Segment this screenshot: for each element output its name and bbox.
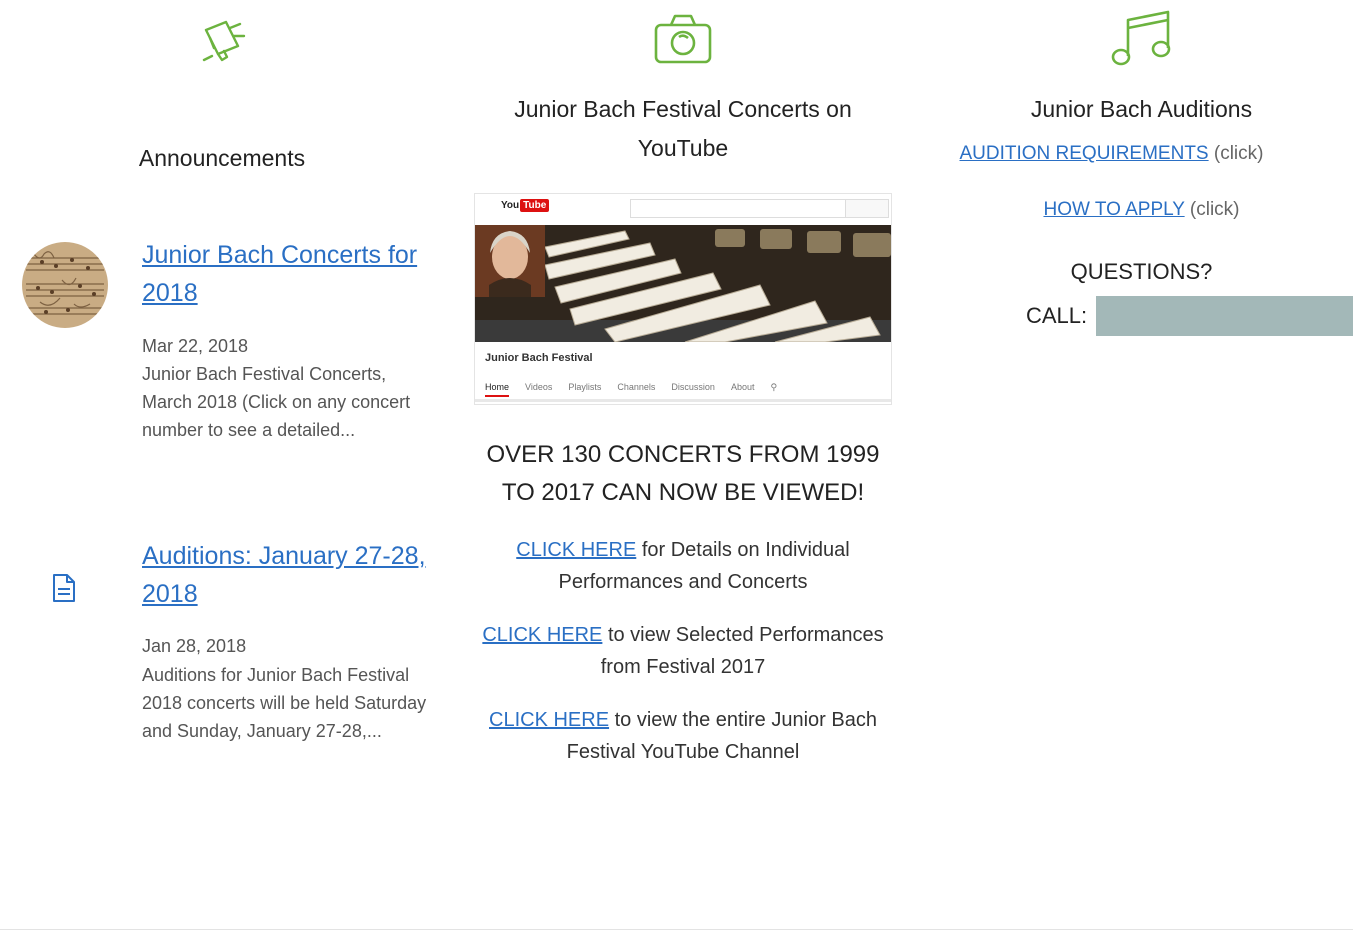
youtube-logo: You Tube <box>501 199 550 212</box>
footer-divider <box>0 929 1353 930</box>
youtube-channel-screenshot[interactable]: You Tube Junior Bach Festival Home Video… <box>474 193 892 405</box>
search-icon: ⚲ <box>770 382 778 392</box>
youtube-channel-tabs: Home Videos Playlists Channels Discussio… <box>485 382 777 397</box>
click-here-link[interactable]: CLICK HERE <box>482 624 602 646</box>
call-label: CALL: <box>1026 303 1088 328</box>
youtube-link-paragraph: CLICK HERE to view Selected Performances… <box>482 624 884 678</box>
music-note-icon <box>1110 8 1174 73</box>
announcement-date: Mar 22, 2018 <box>142 336 249 356</box>
youtube-link-paragraph: CLICK HERE for Details on Individual Per… <box>516 539 850 593</box>
audition-requirements-link[interactable]: AUDITION REQUIREMENTS <box>959 143 1208 164</box>
click-here-link[interactable]: CLICK HERE <box>489 709 609 731</box>
youtube-heading: Junior Bach Festival Concerts on YouTube <box>514 96 852 161</box>
announcement-date: Jan 28, 2018 <box>142 636 247 656</box>
announcement-title-link[interactable]: Auditions: January 27-28, 2018 <box>142 537 432 613</box>
auditions-heading: Junior Bach Auditions <box>1030 96 1253 122</box>
youtube-search-box <box>630 199 847 218</box>
announcement-title-link[interactable]: Junior Bach Concerts for 2018 <box>142 236 432 312</box>
click-here-link[interactable]: CLICK HERE <box>516 539 636 561</box>
how-to-apply-link[interactable]: HOW TO APPLY <box>1043 199 1184 220</box>
megaphone-icon <box>200 16 248 67</box>
youtube-topbar: You Tube <box>475 194 891 224</box>
youtube-link-paragraph: CLICK HERE to view the entire Junior Bac… <box>489 709 877 763</box>
youtube-banner-image <box>475 225 891 342</box>
redacted-phone-number <box>1096 296 1353 336</box>
document-icon[interactable] <box>50 573 78 608</box>
youtube-tab: Channels <box>617 382 656 392</box>
youtube-tab: Home <box>485 382 510 397</box>
youtube-tab: Playlists <box>568 382 602 392</box>
youtube-tab: About <box>730 382 755 392</box>
how-to-apply-line: HOW TO APPLY (click) <box>1043 199 1240 220</box>
youtube-channel-name: Junior Bach Festival <box>485 352 593 364</box>
youtube-tab: Discussion <box>671 382 715 392</box>
manuscript-thumbnail[interactable] <box>22 242 108 328</box>
youtube-search-button <box>845 199 889 218</box>
announcement-snippet: Junior Bach Festival Concerts, March 201… <box>142 364 411 440</box>
questions-label: QUESTIONS? <box>1070 259 1213 284</box>
camera-icon <box>653 13 713 70</box>
youtube-headline: OVER 130 CONCERTS FROM 1999 TO 2017 CAN … <box>486 441 880 506</box>
audition-requirements-line: AUDITION REQUIREMENTS (click) <box>959 143 1264 164</box>
announcement-snippet: Auditions for Junior Bach Festival 2018 … <box>142 665 427 741</box>
announcements-heading: Announcements <box>138 145 306 171</box>
youtube-tab: Videos <box>525 382 553 392</box>
